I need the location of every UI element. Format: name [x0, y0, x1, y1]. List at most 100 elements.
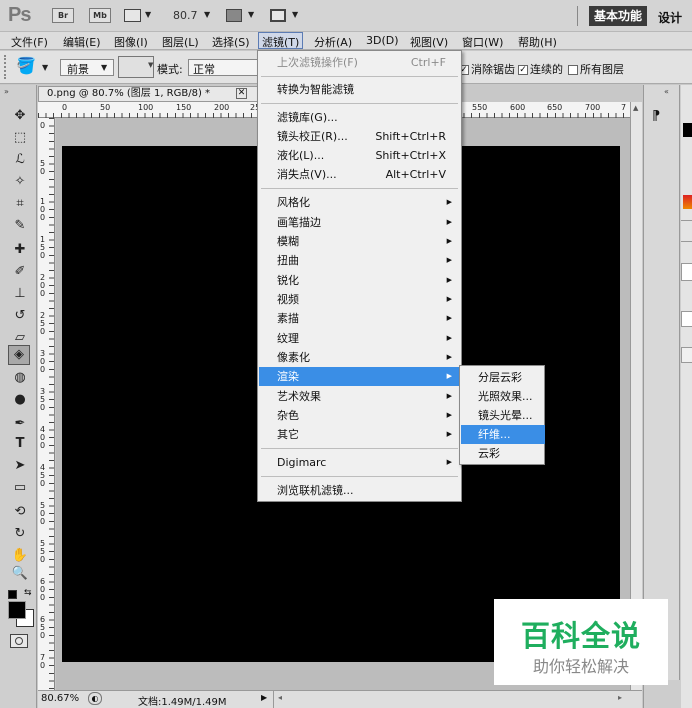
fill-source-select[interactable]: 前景 ▼	[60, 59, 114, 76]
collapse-icon[interactable]: »	[4, 87, 9, 96]
workspace-essentials-button[interactable]: 基本功能	[589, 6, 647, 26]
menu-item-noise[interactable]: 杂色 ▶	[259, 406, 460, 425]
menu-item-convert-smart-filters[interactable]: 转换为智能滤镜	[259, 80, 460, 99]
blend-mode-field[interactable]	[681, 263, 692, 281]
chevron-down-icon: ▼	[145, 10, 152, 19]
menu-item-label: 转换为智能滤镜	[277, 83, 354, 96]
menu-item-brush-strokes[interactable]: 画笔描边 ▶	[259, 213, 460, 232]
eyedropper-tool-icon[interactable]: ✎	[10, 217, 30, 235]
move-tool-icon[interactable]: ✥	[10, 107, 30, 125]
menu-item-other[interactable]: 其它 ▶	[259, 425, 460, 444]
menu-item-sharpen[interactable]: 锐化 ▶	[259, 271, 460, 290]
submenu-item-lens-flare[interactable]: 镜头光晕...	[461, 406, 545, 425]
menu-layer[interactable]: 图层(L)	[162, 34, 199, 50]
menu-item-vanishing-point[interactable]: 消失点(V)... Alt+Ctrl+V	[259, 165, 460, 184]
menu-item-blur[interactable]: 模糊 ▶	[259, 232, 460, 251]
swap-colors-icon[interactable]: ⇆	[24, 588, 32, 598]
submenu-item-difference-clouds[interactable]: 分层云彩	[461, 368, 545, 387]
zoom-tool-icon[interactable]: 🔍	[10, 565, 30, 583]
marquee-tool-icon[interactable]: ⬚	[10, 129, 30, 147]
pen-tool-icon[interactable]: ✒	[10, 415, 30, 433]
quick-mask-icon[interactable]	[10, 634, 28, 648]
scroll-right-icon[interactable]: ▸	[618, 693, 622, 702]
color-ramp[interactable]	[683, 195, 692, 209]
menu-select[interactable]: 选择(S)	[212, 34, 250, 50]
hand-tool-icon[interactable]: ✋	[10, 547, 30, 565]
lasso-tool-icon[interactable]: ℒ	[10, 151, 30, 169]
menu-item-last-filter[interactable]: 上次滤镜操作(F) Ctrl+F	[259, 53, 460, 72]
layer-visibility-field[interactable]	[681, 311, 692, 327]
menu-item-video[interactable]: 视频 ▶	[259, 290, 460, 309]
antialias-option[interactable]: ✓ 消除锯齿	[459, 61, 515, 77]
menu-file[interactable]: 文件(F)	[11, 34, 48, 50]
menu-item-label: 分层云彩	[478, 371, 522, 384]
zoom-level[interactable]: 80.7	[173, 9, 198, 22]
menu-help[interactable]: 帮助(H)	[518, 34, 557, 50]
menu-item-filter-gallery[interactable]: 滤镜库(G)...	[259, 108, 460, 127]
paint-bucket-tool-icon[interactable]: ◈	[8, 345, 30, 365]
menu-filter[interactable]: 滤镜(T)	[258, 32, 304, 49]
workspace-design-button[interactable]: 设计	[658, 9, 682, 26]
status-menu-icon[interactable]: ▶	[261, 693, 267, 702]
arrange-documents-button[interactable]: ▼	[226, 8, 258, 24]
chevron-down-icon[interactable]: ▼	[204, 10, 210, 19]
scroll-up-icon[interactable]: ▲	[633, 104, 638, 112]
menu-item-texture[interactable]: 纹理 ▶	[259, 329, 460, 348]
layer-row[interactable]	[681, 347, 692, 363]
3d-rotate-tool-icon[interactable]: ⟲	[10, 503, 30, 521]
menu-analysis[interactable]: 分析(A)	[314, 34, 352, 50]
menu-item-render[interactable]: 渲染 ▶	[259, 367, 460, 386]
submenu-item-clouds[interactable]: 云彩	[461, 444, 545, 463]
submenu-item-lighting-effects[interactable]: 光照效果...	[461, 387, 545, 406]
status-info-icon[interactable]: ◐	[88, 692, 102, 705]
rectangle-tool-icon[interactable]: ▭	[10, 479, 30, 497]
screen-mode-button[interactable]: ▼	[270, 8, 302, 24]
blur-tool-icon[interactable]: ◍	[10, 369, 30, 387]
menu-image[interactable]: 图像(I)	[114, 34, 148, 50]
type-tool-icon[interactable]: T	[10, 435, 30, 453]
scroll-left-icon[interactable]: ◂	[278, 693, 282, 702]
all-layers-checkbox[interactable]	[568, 65, 578, 75]
menu-item-digimarc[interactable]: Digimarc ▶	[259, 453, 460, 472]
foreground-color-swatch[interactable]	[8, 601, 26, 619]
collapse-panels-icon[interactable]: «	[664, 87, 669, 96]
magic-wand-tool-icon[interactable]: ✧	[10, 173, 30, 191]
view-extras-button[interactable]: ▼	[124, 8, 154, 24]
color-swatch[interactable]	[683, 123, 692, 137]
history-brush-tool-icon[interactable]: ↺	[10, 307, 30, 325]
healing-brush-tool-icon[interactable]: ✚	[10, 241, 30, 259]
all-layers-option[interactable]: 所有图层	[568, 61, 624, 77]
menu-item-distort[interactable]: 扭曲 ▶	[259, 251, 460, 270]
crop-tool-icon[interactable]: ⌗	[10, 195, 30, 213]
3d-orbit-tool-icon[interactable]: ↻	[10, 525, 30, 543]
ruler-tick-label: 7	[621, 103, 627, 112]
contiguous-checkbox[interactable]: ✓	[518, 65, 528, 75]
status-zoom[interactable]: 80.67%	[41, 693, 79, 704]
history-panel-icon[interactable]: ⁋	[652, 109, 660, 124]
menu-item-lens-correction[interactable]: 镜头校正(R)... Shift+Ctrl+R	[259, 127, 460, 146]
blend-mode-select[interactable]: 正常	[188, 59, 258, 76]
clone-stamp-tool-icon[interactable]: ⊥	[10, 285, 30, 303]
menu-view[interactable]: 视图(V)	[410, 34, 448, 50]
brush-tool-icon[interactable]: ✐	[10, 263, 30, 281]
mini-bridge-button[interactable]: Mb	[89, 8, 111, 23]
submenu-item-fibers[interactable]: 纤维...	[461, 425, 545, 444]
close-icon[interactable]: ✕	[236, 88, 247, 99]
default-colors-icon[interactable]	[8, 590, 17, 599]
dodge-tool-icon[interactable]: ●	[10, 391, 30, 409]
menu-window[interactable]: 窗口(W)	[462, 34, 503, 50]
menu-3d[interactable]: 3D(D)	[366, 34, 399, 47]
tool-preset-picker[interactable]: 🪣 ▼	[12, 56, 52, 78]
menu-item-pixelate[interactable]: 像素化 ▶	[259, 348, 460, 367]
document-tab[interactable]: 0.png @ 80.7% (图层 1, RGB/8) * ✕	[38, 86, 258, 102]
menu-edit[interactable]: 编辑(E)	[63, 34, 101, 50]
menu-item-stylize[interactable]: 风格化 ▶	[259, 193, 460, 212]
path-selection-tool-icon[interactable]: ➤	[10, 457, 30, 475]
menu-item-browse-filters-online[interactable]: 浏览联机滤镜...	[259, 481, 460, 500]
bridge-button[interactable]: Br	[52, 8, 74, 23]
menu-item-sketch[interactable]: 素描 ▶	[259, 309, 460, 328]
menu-item-artistic[interactable]: 艺术效果 ▶	[259, 387, 460, 406]
pattern-picker[interactable]: ▼	[118, 56, 154, 78]
menu-item-liquify[interactable]: 液化(L)... Shift+Ctrl+X	[259, 146, 460, 165]
contiguous-option[interactable]: ✓ 连续的	[518, 61, 563, 77]
